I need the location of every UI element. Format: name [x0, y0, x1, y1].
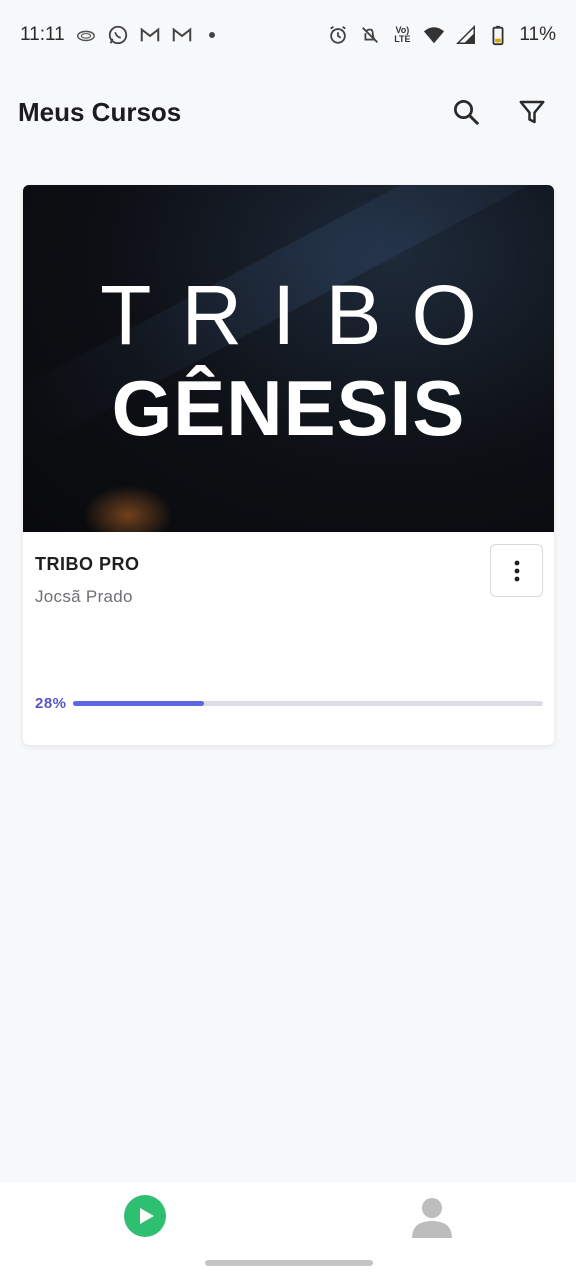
search-button[interactable]	[450, 96, 482, 128]
signal-icon	[455, 24, 477, 46]
whatsapp-icon	[107, 24, 129, 46]
battery-percent: 11%	[519, 24, 556, 45]
progress-track	[72, 701, 543, 706]
play-icon	[124, 1195, 166, 1237]
screen: 11:11 Vo) LTE 11% Meus Cursos TRIBO GÊNE…	[0, 0, 576, 1280]
cover-title-line1: TRIBO	[100, 268, 507, 362]
gmail-icon	[139, 24, 161, 46]
profile-icon	[412, 1198, 452, 1238]
course-options-button[interactable]	[490, 544, 543, 597]
progress-fill	[72, 701, 205, 706]
course-name: TRIBO PRO	[35, 554, 140, 574]
nav-profile[interactable]	[410, 1194, 454, 1238]
battery-icon	[487, 24, 509, 46]
progress-percent: 28%	[35, 695, 67, 712]
volte-bottom-label: LTE	[394, 34, 411, 44]
status-right: Vo) LTE 11%	[327, 24, 556, 46]
course-card-body: TRIBO PRO Jocsã Prado 28%	[23, 532, 554, 745]
alarm-icon	[327, 24, 349, 46]
home-indicator[interactable]	[205, 1260, 373, 1266]
course-author: Jocsã Prado	[35, 587, 133, 606]
status-left: 11:11	[20, 24, 215, 46]
app-header: Meus Cursos	[0, 80, 576, 144]
cover-glow	[83, 485, 173, 532]
page-title: Meus Cursos	[18, 96, 182, 127]
gmail-icon	[171, 24, 193, 46]
course-cover-image[interactable]: TRIBO GÊNESIS	[23, 185, 554, 532]
search-icon	[454, 100, 479, 125]
status-bar: 11:11 Vo) LTE 11%	[0, 0, 576, 70]
mute-icon	[359, 24, 381, 46]
wifi-icon	[423, 24, 445, 46]
course-progress: 28%	[35, 695, 543, 712]
filter-icon	[519, 100, 545, 124]
notification-dot-icon	[208, 32, 215, 38]
cover-title-line2: GÊNESIS	[111, 364, 466, 452]
header-actions	[450, 96, 558, 128]
nav-courses[interactable]	[123, 1194, 167, 1238]
cloud-icon	[75, 24, 97, 46]
more-vertical-icon	[514, 560, 519, 581]
volte-icon: Vo) LTE	[391, 24, 413, 46]
status-time: 11:11	[20, 24, 65, 45]
course-card[interactable]: TRIBO GÊNESIS TRIBO PRO Jocsã Prado 28%	[23, 185, 554, 745]
filter-button[interactable]	[516, 96, 548, 128]
